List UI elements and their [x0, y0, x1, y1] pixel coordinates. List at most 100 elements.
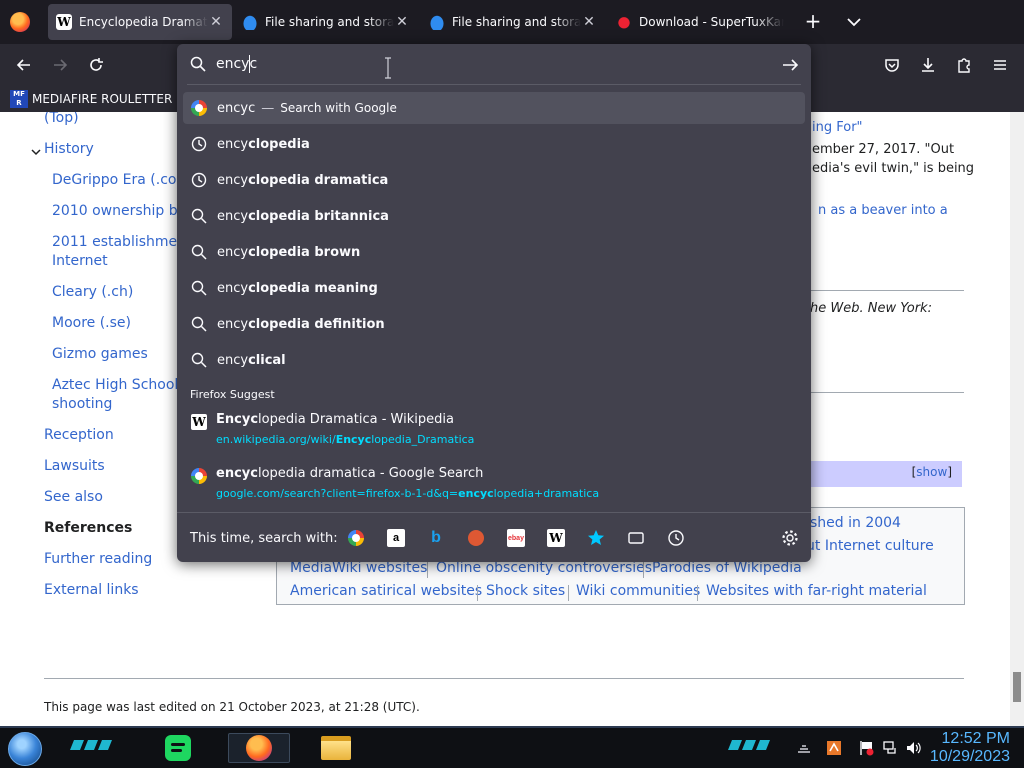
- chevron-down-icon[interactable]: [30, 146, 42, 158]
- result-history-encyclopedia-dramatica[interactable]: encyclopedia dramatica: [183, 164, 805, 196]
- start-button[interactable]: [8, 732, 42, 766]
- close-icon[interactable]: ✕: [394, 14, 410, 30]
- puzzle-icon: [958, 58, 970, 73]
- new-tab-button[interactable]: +: [802, 11, 824, 33]
- result-history-encyclopedia[interactable]: encyclopedia: [183, 128, 805, 160]
- toc-reception[interactable]: Reception: [44, 426, 114, 445]
- tabs-search-button[interactable]: [627, 529, 645, 547]
- scrollbar-thumb[interactable]: [1013, 672, 1021, 702]
- wikipedia-icon[interactable]: W: [547, 529, 565, 547]
- category-link[interactable]: shed in 2004: [810, 515, 901, 531]
- chevron-down-icon[interactable]: [844, 12, 864, 32]
- tab-file-sharing-1[interactable]: File sharing and storage ✕: [234, 4, 418, 40]
- toc-lawsuits[interactable]: Lawsuits: [44, 457, 105, 476]
- toc-2011-establishment-cont[interactable]: Internet: [52, 252, 108, 271]
- category-link[interactable]: Shock sites: [486, 583, 565, 599]
- suggest-wikipedia-result[interactable]: W Encyclopedia Dramatica - Wikipedia en.…: [183, 406, 805, 452]
- category-link[interactable]: Wiki communities: [576, 583, 700, 599]
- spotify-taskbar-button[interactable]: [162, 733, 194, 763]
- category-link[interactable]: Websites with far-right material: [706, 583, 927, 599]
- toc-see-also[interactable]: See also: [44, 488, 103, 507]
- url-input[interactable]: encyc: [177, 44, 811, 84]
- search-icon: [190, 56, 206, 72]
- result-search-brown[interactable]: encyclopedia brown: [183, 236, 805, 268]
- category-link[interactable]: American satirical websites: [290, 583, 482, 599]
- toc-aztec-high-school[interactable]: Aztec High School: [52, 376, 178, 395]
- search-icon: [191, 352, 207, 368]
- app-menu-button[interactable]: [988, 53, 1012, 77]
- show-hidden-icons[interactable]: [796, 740, 812, 756]
- toc-references[interactable]: References: [44, 519, 132, 538]
- category-link[interactable]: ut Internet culture: [806, 538, 934, 554]
- result-text: encyclopedia definition: [217, 316, 385, 332]
- result-search-britannica[interactable]: encyclopedia britannica: [183, 200, 805, 232]
- result-search-encyclical[interactable]: encyclical: [183, 344, 805, 376]
- search-icon: [191, 316, 207, 332]
- toc-top[interactable]: (Top): [44, 112, 79, 128]
- reload-button[interactable]: [84, 53, 108, 77]
- toc-degrippo-era[interactable]: DeGrippo Era (.com: [52, 171, 190, 190]
- ebay-icon[interactable]: ebay: [507, 529, 525, 547]
- suggest-google-result[interactable]: encyclopedia dramatica - Google Search g…: [183, 460, 805, 506]
- wikipedia-icon: W: [191, 414, 207, 430]
- tab-supertuxkart[interactable]: Download - SuperTuxKart: [608, 4, 792, 40]
- toc-external-links[interactable]: External links: [44, 581, 139, 600]
- toc-aztec-shooting[interactable]: shooting: [52, 395, 112, 414]
- result-search-google[interactable]: encyc — Search with Google: [183, 92, 805, 124]
- back-button[interactable]: [12, 53, 36, 77]
- system-clock[interactable]: 12:52 PM 10/29/2023: [930, 730, 1010, 766]
- go-arrow-icon[interactable]: [781, 56, 799, 74]
- toc-history[interactable]: History: [44, 140, 94, 159]
- toc-gizmo-games[interactable]: Gizmo games: [52, 345, 148, 364]
- navbox-show-toggle[interactable]: [show]: [912, 465, 952, 479]
- app-tray-icon[interactable]: [826, 740, 842, 756]
- url-input-text[interactable]: encyc: [216, 56, 257, 72]
- bookmark-mediafire-rouletter[interactable]: MEDIAFIRE ROULETTER: [32, 92, 172, 106]
- firefox-taskbar-button[interactable]: [228, 733, 290, 763]
- result-search-meaning[interactable]: encyclopedia meaning: [183, 272, 805, 304]
- pocket-button[interactable]: [880, 53, 904, 77]
- history-clock-icon: [191, 172, 207, 188]
- page-scrollbar[interactable]: [1010, 112, 1024, 726]
- category-link[interactable]: MediaWiki websites: [290, 560, 427, 576]
- amazon-icon[interactable]: a: [387, 529, 405, 547]
- flag-icon[interactable]: [858, 740, 874, 756]
- toc-2010-ownership[interactable]: 2010 ownership by: [52, 202, 186, 221]
- history-icon: [668, 530, 684, 546]
- firefox-view-icon[interactable]: [10, 12, 30, 32]
- duckduckgo-engine-button[interactable]: [467, 529, 485, 547]
- tab-file-sharing-2[interactable]: File sharing and storage ✕: [421, 4, 605, 40]
- reference-link[interactable]: ing For": [812, 118, 863, 138]
- network-icon[interactable]: [882, 740, 898, 756]
- toc-2011-establishment[interactable]: 2011 establishment: [52, 233, 192, 252]
- volume-icon[interactable]: [905, 740, 921, 756]
- divider: [800, 392, 964, 393]
- google-engine-button[interactable]: [347, 529, 365, 547]
- gear-icon[interactable]: [781, 529, 799, 547]
- tab-encyclopedia-dramatica[interactable]: W Encyclopedia Dramatica ✕: [48, 4, 232, 40]
- google-icon: [348, 530, 364, 546]
- toc-cleary[interactable]: Cleary (.ch): [52, 283, 133, 302]
- reference-link[interactable]: n as a beaver into a: [818, 201, 948, 221]
- file-explorer-taskbar-button[interactable]: [320, 733, 352, 763]
- firefox-suggest-heading: Firefox Suggest: [190, 388, 275, 401]
- close-icon[interactable]: ✕: [581, 14, 597, 30]
- result-search-definition[interactable]: encyclopedia definition: [183, 308, 805, 340]
- category-link[interactable]: Online obscenity controversies: [436, 560, 652, 576]
- forward-button[interactable]: [48, 53, 72, 77]
- wikipedia-icon: W: [56, 14, 72, 30]
- toc-further-reading[interactable]: Further reading: [44, 550, 152, 569]
- history-search-button[interactable]: [667, 529, 685, 547]
- bookmarks-search-button[interactable]: [587, 529, 605, 547]
- downloads-button[interactable]: [916, 53, 940, 77]
- result-separator: —: [261, 100, 275, 116]
- tabs-icon: [628, 532, 644, 544]
- extensions-button[interactable]: [952, 53, 976, 77]
- one-off-search-label: This time, search with:: [190, 531, 338, 546]
- close-icon[interactable]: ✕: [208, 14, 224, 30]
- toc-moore[interactable]: Moore (.se): [52, 314, 131, 333]
- category-link[interactable]: Parodies of Wikipedia: [652, 560, 802, 576]
- tab-label: File sharing and storage: [265, 15, 394, 29]
- cloud-icon: [429, 14, 445, 30]
- bing-icon[interactable]: b: [427, 529, 445, 547]
